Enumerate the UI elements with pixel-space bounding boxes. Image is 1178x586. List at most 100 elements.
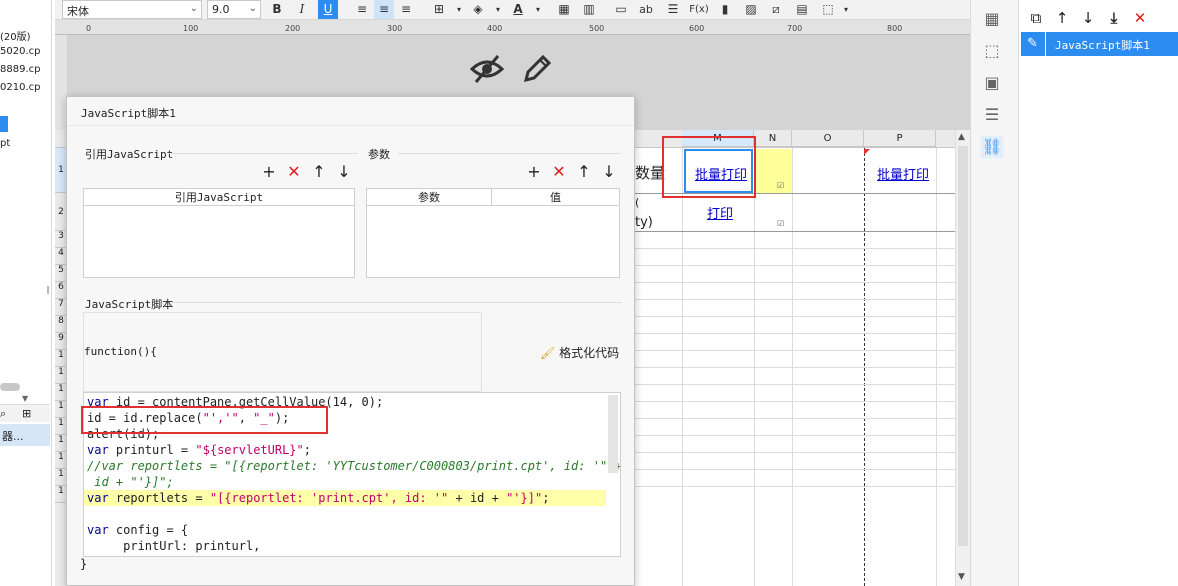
code-scrollbar-thumb[interactable] — [608, 395, 618, 473]
divider — [168, 153, 358, 154]
image-icon[interactable]: ▨ — [741, 0, 761, 19]
print-link[interactable]: 打印 — [707, 203, 733, 222]
grid-line — [635, 282, 955, 283]
conditional-format-icon[interactable]: ☰ — [981, 104, 1003, 126]
file-item[interactable]: 0210.cp — [0, 82, 40, 93]
comment-marker-icon — [864, 149, 870, 155]
batch-print-link-p[interactable]: 批量打印 — [877, 164, 929, 183]
text-wrap-button[interactable]: ab — [636, 0, 656, 19]
align-left-icon[interactable]: ≡ — [352, 0, 372, 19]
scrollbar-thumb[interactable] — [958, 146, 968, 546]
font-size-select[interactable]: 9.0 ⌄ — [207, 0, 261, 19]
scrollbar-thumb[interactable] — [0, 383, 20, 391]
grid-line — [635, 486, 955, 487]
search-icon[interactable]: ⌕ — [0, 407, 6, 421]
chevron-down-icon[interactable]: ▾ — [528, 0, 548, 19]
border-icon[interactable]: ⊞ — [429, 0, 449, 19]
cell-element-icon[interactable]: ⬚ — [981, 40, 1003, 62]
grid-line — [635, 367, 955, 368]
align-right-icon[interactable]: ≡ — [396, 0, 416, 19]
divider — [67, 125, 634, 126]
scroll-up-icon[interactable]: ▲ — [958, 132, 965, 142]
divider — [1045, 32, 1046, 56]
grid-line — [635, 316, 955, 317]
copy-icon[interactable]: ⧉ — [1026, 8, 1046, 28]
grid-line — [635, 248, 955, 249]
widget-settings-icon[interactable]: ▣ — [981, 72, 1003, 94]
file-item[interactable]: 8889.cp — [0, 64, 40, 75]
code-line: var printurl = "${servletURL}"; — [87, 443, 311, 457]
column-header-n[interactable]: N — [754, 130, 792, 147]
move-down-icon[interactable]: ↓ — [1078, 8, 1098, 28]
script-section-label: JavaScript脚本 — [85, 298, 174, 311]
code-line: printUrl: printurl, — [87, 539, 261, 553]
chevron-down-icon[interactable]: ▾ — [488, 0, 508, 19]
align-center-icon[interactable]: ≡ — [374, 0, 394, 19]
vertical-scrollbar[interactable]: ▲ ▼ — [955, 130, 970, 586]
pencil-icon[interactable] — [521, 53, 553, 85]
grid-line — [635, 350, 955, 351]
slash-icon[interactable]: ⧄ — [766, 0, 786, 19]
move-up-icon[interactable]: ↑ — [311, 164, 327, 180]
highlight-box-batch-print — [662, 136, 756, 198]
ref-js-column-header: 引用JavaScript — [84, 189, 354, 206]
right-icon-bar: ▦ ⬚ ▣ ☰ ⛓ — [970, 0, 1018, 586]
grid-line — [635, 265, 955, 266]
font-color-icon[interactable]: A — [508, 0, 528, 19]
selected-plugin-item[interactable]: 器... — [0, 424, 50, 446]
delete-icon[interactable]: ✕ — [1130, 8, 1150, 28]
cell-n1-highlight[interactable] — [755, 149, 792, 193]
filter-icon[interactable]: ⊞ — [22, 407, 31, 420]
italic-button[interactable]: I — [292, 0, 312, 19]
function-header-box: function(){ — [83, 312, 482, 392]
underline-button[interactable]: U — [318, 0, 338, 19]
chevron-down-icon: ⌄ — [189, 3, 198, 14]
splitter-handle[interactable]: ‖ — [46, 285, 50, 294]
hide-eye-icon[interactable] — [470, 53, 504, 85]
add-icon[interactable]: + — [261, 164, 277, 180]
move-down-icon[interactable]: ↓ — [336, 164, 352, 180]
scroll-down-icon[interactable]: ▼ — [958, 572, 965, 582]
checkbox-marker-icon: ☑ — [777, 181, 785, 190]
sub-report-icon[interactable]: ▤ — [792, 0, 812, 19]
collapse-arrow-icon[interactable]: ▼ — [22, 394, 28, 403]
format-code-button[interactable]: 🖌 格式化代码 — [540, 344, 619, 361]
column-header-p[interactable]: P — [864, 130, 936, 147]
cell-attributes-icon[interactable]: ▦ — [981, 8, 1003, 30]
format-toolbar: 宋体 ⌄ 9.0 ⌄ B I U ≡ ≡ ≡ ⊞ ▾ ◈ ▾ A ▾ ▦ ▥ ▭ a… — [55, 0, 970, 20]
params-table[interactable]: 参数 值 — [366, 188, 620, 278]
grid-line — [635, 384, 955, 385]
align-justify-icon[interactable]: ☰ — [663, 0, 683, 19]
file-item[interactable]: 5020.cp — [0, 46, 40, 57]
move-bottom-icon[interactable]: ⤓ — [1104, 8, 1124, 28]
merge-cells-icon[interactable]: ▦ — [554, 0, 574, 19]
move-up-icon[interactable]: ↑ — [1052, 8, 1072, 28]
chart-icon[interactable]: ▮ — [715, 0, 735, 19]
chevron-down-icon[interactable]: ▾ — [836, 0, 856, 19]
split-cells-icon[interactable]: ▥ — [579, 0, 599, 19]
hyperlink-list-item[interactable]: ✎ JavaScript脚本1 — [1021, 32, 1178, 56]
chevron-down-icon[interactable]: ▾ — [449, 0, 469, 19]
file-item[interactable]: (20版) — [0, 28, 31, 43]
divider — [172, 302, 622, 303]
value-column-header: 值 — [492, 189, 619, 206]
column-header-o[interactable]: O — [792, 130, 864, 147]
grid-line — [635, 435, 955, 436]
move-down-icon[interactable]: ↓ — [601, 164, 617, 180]
add-icon[interactable]: + — [526, 164, 542, 180]
fill-color-icon[interactable]: ◈ — [468, 0, 488, 19]
insert-text-icon[interactable]: ▭ — [611, 0, 631, 19]
file-item[interactable]: pt — [0, 138, 10, 149]
move-up-icon[interactable]: ↑ — [576, 164, 592, 180]
highlight-box-replace-line — [81, 406, 328, 434]
bold-button[interactable]: B — [267, 0, 287, 19]
font-name-select[interactable]: 宋体 ⌄ — [62, 0, 202, 19]
code-line: var config = { — [87, 523, 189, 537]
frame-icon[interactable]: ⬚ — [818, 0, 838, 19]
formula-button[interactable]: F(x) — [689, 0, 709, 19]
delete-icon[interactable]: ✕ — [286, 164, 302, 180]
delete-icon[interactable]: ✕ — [551, 164, 567, 180]
hyperlink-icon[interactable]: ⛓ — [981, 136, 1003, 158]
left-file-panel: (20版) 5020.cp 8889.cp 0210.cp pt ▼ ⌕ ⊞ 器… — [0, 0, 52, 586]
ref-js-table[interactable]: 引用JavaScript — [83, 188, 355, 278]
